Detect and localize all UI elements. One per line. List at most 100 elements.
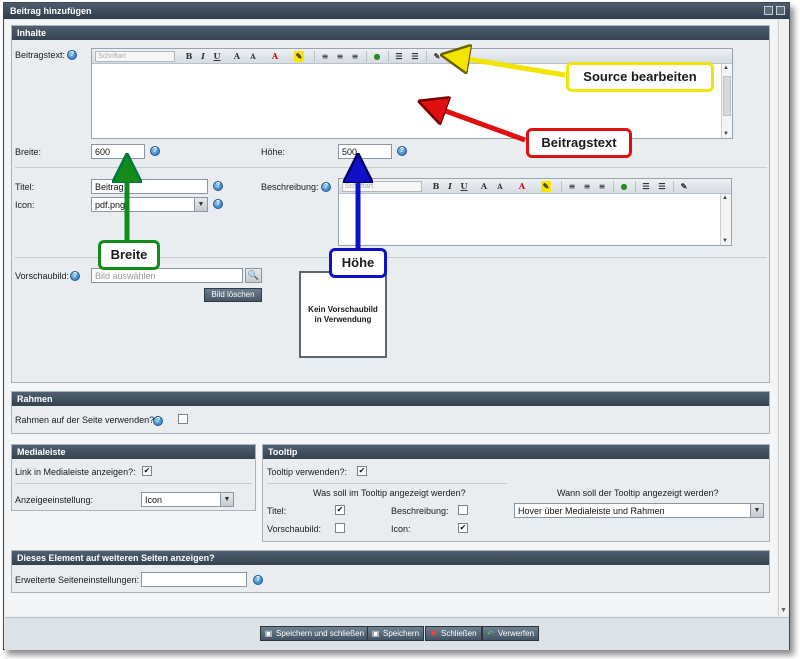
anzeige-select-value: Icon (145, 495, 163, 505)
help-icon[interactable]: ? (213, 199, 223, 209)
align-left-icon[interactable]: ≡ (320, 51, 330, 62)
beschreibung-label: Beschreibung: (261, 182, 319, 192)
callout-source: Source bearbeiten (566, 62, 714, 92)
vorschaubild-label: Vorschaubild: (15, 271, 70, 281)
titel-input[interactable]: Beitrag (91, 179, 208, 194)
breite-input[interactable]: 600 (91, 144, 145, 159)
save-button[interactable]: ▣ Speichern (367, 626, 425, 641)
align-center-icon[interactable]: ≡ (335, 51, 345, 62)
underline-icon[interactable]: U (212, 51, 222, 62)
chevron-down-icon[interactable]: ▼ (220, 493, 233, 506)
align-left-icon[interactable]: ≡ (567, 181, 577, 192)
tt-titel-checkbox[interactable]: ✔ (335, 505, 345, 515)
font-shrink-icon[interactable]: A (248, 51, 258, 62)
save-close-button[interactable]: ▣ Speichern und schließen (260, 626, 370, 641)
bild-loeschen-button[interactable]: Bild löschen (204, 288, 262, 302)
font-select[interactable]: Schriftart (95, 51, 175, 62)
medialeiste-heading: Medialeiste (12, 445, 255, 459)
highlight-icon[interactable]: ✎ (294, 51, 304, 62)
hoehe-input[interactable]: 500 (338, 144, 392, 159)
dialog-content: Inhalte Beitragstext: ? Schriftart B I U… (5, 20, 777, 616)
font-select[interactable]: Schriftart (342, 181, 422, 192)
close-button[interactable]: ✖ Schließen (425, 626, 482, 641)
scroll-down-icon[interactable]: ▼ (723, 131, 729, 137)
highlight-icon[interactable]: ✎ (541, 181, 551, 192)
weitere-panel: Dieses Element auf weiteren Seiten anzei… (11, 550, 770, 593)
close-icon[interactable] (776, 6, 785, 15)
weitere-heading: Dieses Element auf weiteren Seiten anzei… (12, 551, 769, 565)
tooltip-panel: Tooltip Tooltip verwenden?: ✔ Was soll i… (262, 444, 770, 542)
rahmen-label: Rahmen auf der Seite verwenden?: (15, 415, 157, 425)
link-icon[interactable]: ● (619, 181, 629, 192)
editor-toolbar: Schriftart B I U A A A ✎ ≡ ≡ ≡ ● ☰ ☰ ✎ (339, 179, 731, 194)
tt-icon-label: Icon: (391, 524, 411, 534)
ordered-list-icon[interactable]: ☰ (641, 181, 651, 192)
italic-icon[interactable]: I (445, 181, 455, 192)
editor-scrollbar[interactable]: ▲ ▼ (721, 64, 732, 138)
dialog-scrollbar[interactable]: ▼ (778, 20, 789, 616)
toolbar-divider (314, 51, 315, 62)
align-right-icon[interactable]: ≡ (597, 181, 607, 192)
italic-icon[interactable]: I (198, 51, 208, 62)
help-icon[interactable]: ? (213, 181, 223, 191)
unordered-list-icon[interactable]: ☰ (657, 181, 667, 192)
link-icon[interactable]: ● (372, 51, 382, 62)
search-icon[interactable]: 🔍 (245, 268, 262, 283)
help-icon[interactable]: ? (70, 271, 80, 281)
ordered-list-icon[interactable]: ☰ (394, 51, 404, 62)
bold-icon[interactable]: B (431, 181, 441, 192)
save-label: Speichern (383, 629, 420, 638)
help-icon[interactable]: ? (321, 182, 331, 192)
font-grow-icon[interactable]: A (479, 181, 489, 192)
close-label: Schließen (441, 629, 477, 638)
scroll-down-icon[interactable]: ▼ (780, 607, 787, 614)
help-icon[interactable]: ? (397, 146, 407, 156)
help-icon[interactable]: ? (153, 416, 163, 426)
font-color-icon[interactable]: A (517, 181, 527, 192)
source-edit-icon[interactable]: ✎ (432, 51, 442, 62)
dialog-titlebar: Beitrag hinzufügen (4, 3, 789, 19)
discard-icon: ↶ (487, 629, 494, 638)
weitere-input[interactable] (141, 572, 247, 587)
align-right-icon[interactable]: ≡ (350, 51, 360, 62)
callout-hoehe: Höhe (329, 248, 387, 278)
restore-icon[interactable] (764, 6, 773, 15)
was-heading: Was soll im Tooltip angezeigt werden? (313, 488, 466, 498)
beschreibung-editor[interactable]: Schriftart B I U A A A ✎ ≡ ≡ ≡ ● ☰ ☰ ✎ ▲… (338, 178, 732, 246)
wann-select[interactable]: Hover über Medialeiste und Rahmen ▼ (514, 503, 764, 518)
toolbar-divider (561, 181, 562, 192)
tt-beschreibung-checkbox[interactable] (458, 505, 468, 515)
chevron-down-icon[interactable]: ▼ (750, 504, 763, 517)
icon-select[interactable]: pdf.png ▼ (91, 197, 208, 212)
scroll-up-icon[interactable]: ▲ (722, 195, 728, 201)
hoehe-label: Höhe: (261, 147, 286, 157)
scroll-thumb[interactable] (723, 76, 731, 116)
source-edit-icon[interactable]: ✎ (679, 181, 689, 192)
wann-select-value: Hover über Medialeiste und Rahmen (518, 506, 665, 516)
underline-icon[interactable]: U (459, 181, 469, 192)
rahmen-heading: Rahmen (12, 392, 769, 406)
help-icon[interactable]: ? (253, 575, 263, 585)
help-icon[interactable]: ? (67, 50, 77, 60)
discard-button[interactable]: ↶ Verwerfen (482, 626, 540, 641)
font-color-icon[interactable]: A (270, 51, 280, 62)
medialeiste-link-checkbox[interactable]: ✔ (142, 466, 152, 476)
unordered-list-icon[interactable]: ☰ (410, 51, 420, 62)
tt-vorschaubild-checkbox[interactable] (335, 523, 345, 533)
toolbar-divider (613, 181, 614, 192)
scroll-down-icon[interactable]: ▼ (722, 238, 728, 244)
anzeige-select[interactable]: Icon ▼ (141, 492, 234, 507)
scroll-up-icon[interactable]: ▲ (723, 65, 729, 71)
chevron-down-icon[interactable]: ▼ (194, 198, 207, 211)
editor-scrollbar[interactable]: ▲ ▼ (720, 194, 731, 245)
vorschaubild-input[interactable]: Bild auswählen (91, 268, 243, 283)
font-shrink-icon[interactable]: A (495, 181, 505, 192)
rahmen-checkbox[interactable] (178, 414, 188, 424)
tt-icon-checkbox[interactable]: ✔ (458, 523, 468, 533)
preview-placeholder: Kein Vorschaubild in Verwendung (299, 271, 387, 358)
align-center-icon[interactable]: ≡ (582, 181, 592, 192)
bold-icon[interactable]: B (184, 51, 194, 62)
tooltip-verwenden-checkbox[interactable]: ✔ (357, 466, 367, 476)
help-icon[interactable]: ? (150, 146, 160, 156)
font-grow-icon[interactable]: A (232, 51, 242, 62)
